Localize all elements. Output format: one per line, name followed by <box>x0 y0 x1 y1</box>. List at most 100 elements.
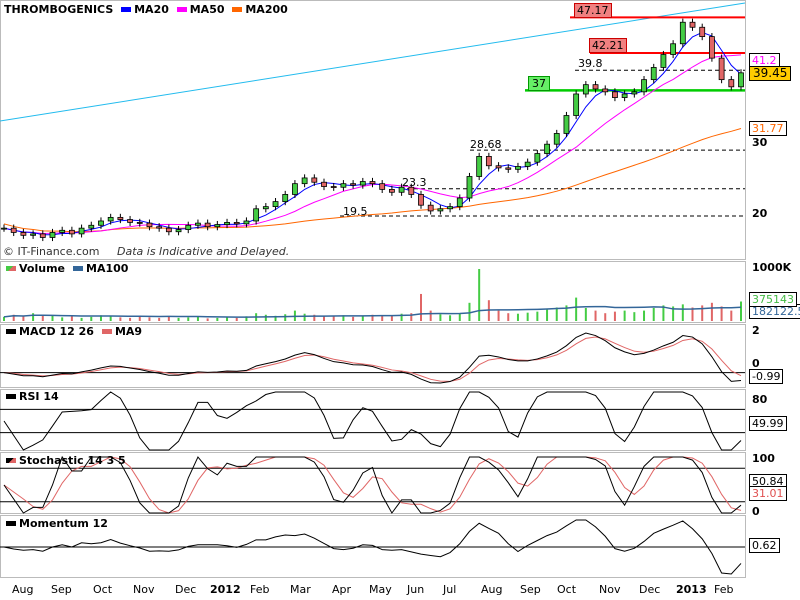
candle-body <box>485 156 492 167</box>
rsi-label: RSI 14 <box>19 390 59 403</box>
volume-label: Volume <box>19 262 65 275</box>
candle-body <box>136 222 143 224</box>
candle-body <box>728 79 735 88</box>
level-label-19-5: 19.5 <box>343 205 368 218</box>
candle-body <box>427 204 434 212</box>
candle-body <box>340 183 347 188</box>
candle-body <box>582 84 589 95</box>
candle-body <box>185 224 192 230</box>
level-label-23-3: 23.3 <box>402 176 427 189</box>
candle-body <box>204 222 211 228</box>
candle-body <box>59 229 66 233</box>
ma9-label: MA9 <box>114 325 143 338</box>
resistance-label-1: 47.17 <box>574 3 612 18</box>
momentum-last-value: 0.62 <box>749 538 780 553</box>
candle-body <box>127 219 133 223</box>
panel-frame <box>0 389 746 451</box>
candle-body <box>495 165 502 169</box>
candle-body <box>524 161 531 167</box>
x-tick-label: Nov <box>599 583 621 596</box>
stoch-tick-0: 0 <box>752 505 760 518</box>
candle-body <box>68 229 75 235</box>
macd-line <box>3 332 742 384</box>
legend-momentum: Momentum 12 <box>2 517 108 530</box>
ma9-swatch <box>101 329 112 334</box>
candle-body <box>553 133 560 145</box>
candle-body <box>98 220 104 226</box>
ma100-label: MA100 <box>86 262 129 275</box>
macd-swatch <box>6 329 16 334</box>
candle-body <box>660 54 667 68</box>
candle-body <box>311 177 318 183</box>
candle-body <box>563 115 570 134</box>
candle-body <box>621 93 628 98</box>
ma20-line <box>3 31 742 236</box>
x-tick-label: Dec <box>175 583 197 596</box>
candle-body <box>117 216 124 220</box>
candle-body <box>388 189 395 193</box>
x-tick-label: Sep <box>520 583 541 596</box>
x-tick-label: Feb <box>714 583 734 596</box>
momentum-label: Momentum 12 <box>19 517 108 530</box>
candle-body <box>592 84 599 90</box>
candle-body <box>292 183 298 195</box>
last-price-value: 39.45 <box>749 66 792 81</box>
ma50-label: MA50 <box>189 3 225 16</box>
x-tick-label: Aug <box>481 583 503 596</box>
candle-body <box>534 153 541 163</box>
stoch-tick-100: 100 <box>752 452 775 465</box>
candle-body <box>379 183 386 190</box>
candle-body <box>321 181 327 187</box>
stoch-label: Stochastic 14 3 5 <box>19 454 126 467</box>
resistance-label-2: 42.21 <box>589 38 627 53</box>
candle-body <box>369 181 376 185</box>
rsi-tick-80: 80 <box>752 393 768 406</box>
x-tick-label: Aug <box>12 583 34 596</box>
candle-body <box>447 206 453 210</box>
candle-body <box>272 201 279 208</box>
candle-body <box>10 227 17 233</box>
macd-signal-line <box>3 336 742 382</box>
disclaimer-label: Data is Indicative and Delayed. <box>117 245 290 258</box>
macd-label: MACD 12 26 <box>19 325 94 338</box>
x-tick-label: Apr <box>332 583 352 596</box>
ma200-value: 31.77 <box>749 121 787 136</box>
x-tick-label: Oct <box>93 583 113 596</box>
candle-body <box>650 67 657 81</box>
x-tick-label: Dec <box>639 583 661 596</box>
candle-body <box>146 222 153 228</box>
legend-macd: MACD 12 26 MA9 <box>2 325 142 338</box>
legend-volume: Volume MA100 <box>2 262 128 275</box>
macd-last-value: -0.99 <box>749 369 784 384</box>
x-tick-label: 2012 <box>210 583 241 596</box>
stock-chart: THROMBOGENICS MA20 MA50 MA200 © IT-Finan… <box>0 0 800 600</box>
price-tick-30: 30 <box>752 136 768 149</box>
candle-body <box>573 93 580 116</box>
chart-canvas <box>0 0 746 578</box>
candle-body <box>505 167 512 170</box>
candle-body <box>515 166 521 170</box>
level-label-39-8: 39.8 <box>578 57 603 70</box>
legend-stochastic: Stochastic 14 3 5 <box>2 454 126 467</box>
ma50-swatch <box>176 7 187 12</box>
candle-body <box>165 227 172 233</box>
candle-body <box>214 224 221 228</box>
candle-body <box>612 91 618 98</box>
candle-body <box>699 26 706 37</box>
macd-tick-2: 2 <box>752 324 760 337</box>
ma50-line <box>3 54 742 234</box>
candle-body <box>330 186 337 188</box>
rsi-swatch <box>6 394 16 399</box>
ma20-swatch <box>121 7 132 12</box>
candle-body <box>631 91 638 95</box>
candle-body <box>224 222 230 225</box>
ma100-swatch <box>73 266 83 271</box>
candle-body <box>709 36 715 59</box>
candle-body <box>107 216 114 222</box>
candle-body <box>544 143 550 154</box>
candle-body <box>1 227 7 230</box>
candle-body <box>195 222 201 226</box>
ma20-label: MA20 <box>134 3 169 16</box>
candle-body <box>30 233 36 236</box>
candle-body <box>476 156 483 177</box>
